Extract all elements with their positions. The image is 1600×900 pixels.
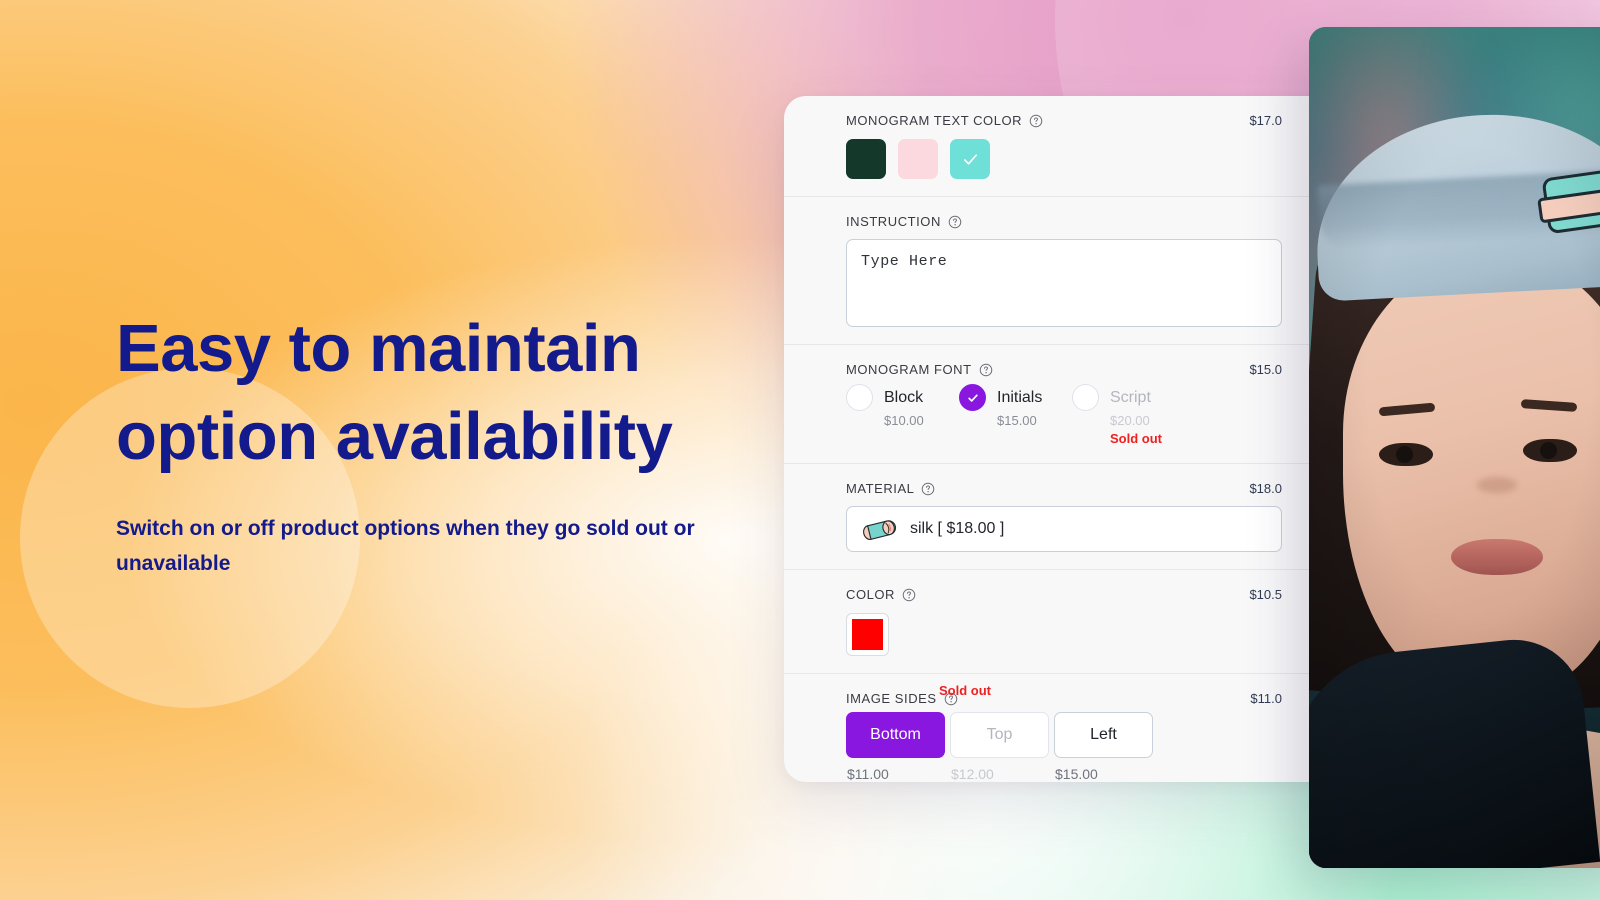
option-header: IMAGE SIDES $11.0: [846, 691, 1282, 706]
swatch-dark-green[interactable]: [846, 139, 886, 179]
color-swatch-row: [846, 139, 1282, 179]
radio-option-script[interactable]: Script $20.00 Sold out: [1072, 384, 1185, 446]
page-title: Easy to maintain option availability: [116, 311, 673, 475]
material-select[interactable]: silk [ $18.00 ]: [846, 506, 1282, 552]
option-header: INSTRUCTION: [846, 214, 1282, 229]
image-sides-pill-group: Sold out Bottom Top Left $11.00 $12.00 $…: [846, 683, 1282, 782]
option-price: $17.0: [1249, 113, 1282, 128]
radio-indicator[interactable]: [846, 384, 873, 411]
hero-banner: Easy to maintain option availability Swi…: [0, 0, 1600, 900]
option-section-monogram-text-color: MONOGRAM TEXT COLOR $17.0: [784, 96, 1344, 196]
color-swatch-box[interactable]: [846, 613, 889, 656]
option-header: MONOGRAM TEXT COLOR $17.0: [846, 113, 1282, 128]
option-price: $18.0: [1249, 481, 1282, 496]
material-value: silk [ $18.00 ]: [910, 520, 1005, 537]
option-label: COLOR: [846, 587, 895, 602]
pill-option-bottom[interactable]: Bottom: [846, 712, 945, 758]
check-icon: [967, 393, 978, 402]
product-photo-panel: [1309, 27, 1600, 868]
option-price: $10.5: [1249, 587, 1282, 602]
radio-price: $10.00: [884, 413, 924, 428]
radio-indicator-selected[interactable]: [959, 384, 986, 411]
radio-label: Block: [884, 388, 924, 406]
hero-copy: Easy to maintain option availability Swi…: [116, 305, 776, 581]
option-label: INSTRUCTION: [846, 214, 941, 229]
pill-price-top: $12.00: [951, 766, 994, 782]
question-circle-icon[interactable]: [979, 363, 993, 377]
option-header: MONOGRAM FONT $15.0: [846, 362, 1282, 377]
radio-option-initials[interactable]: Initials $15.00: [959, 384, 1072, 446]
swatch-light-pink[interactable]: [898, 139, 938, 179]
question-circle-icon[interactable]: [921, 482, 935, 496]
option-section-image-sides: IMAGE SIDES $11.0 Sold out Bottom Top Le…: [784, 673, 1344, 782]
option-label: MATERIAL: [846, 481, 915, 496]
check-icon: [963, 153, 977, 165]
radio-label: Script: [1110, 388, 1151, 406]
option-price: $15.0: [1249, 362, 1282, 377]
fabric-roll-icon: [863, 520, 897, 540]
question-circle-icon[interactable]: [948, 215, 962, 229]
page-subtitle: Switch on or off product options when th…: [116, 516, 695, 575]
option-price: $11.0: [1250, 691, 1282, 706]
question-circle-icon[interactable]: [902, 588, 916, 602]
sold-out-badge: Sold out: [1110, 431, 1162, 446]
swatch-red: [852, 619, 883, 650]
sold-out-badge: Sold out: [939, 683, 991, 698]
option-header: COLOR $10.5: [846, 587, 1282, 602]
option-section-color: COLOR $10.5: [784, 569, 1344, 673]
radio-price: $15.00: [997, 413, 1037, 428]
question-circle-icon[interactable]: [1029, 114, 1043, 128]
option-section-monogram-font: MONOGRAM FONT $15.0 Block $10.00 Initial…: [784, 344, 1344, 463]
option-section-material: MATERIAL $18.0 silk [$18.00]: [784, 463, 1344, 569]
option-section-instruction: INSTRUCTION Type Here: [784, 196, 1344, 344]
photo-vignette: [1309, 27, 1600, 868]
radio-indicator[interactable]: [1072, 384, 1099, 411]
option-label: MONOGRAM FONT: [846, 362, 972, 377]
option-label: IMAGE SIDES: [846, 691, 937, 706]
option-header: MATERIAL $18.0: [846, 481, 1282, 496]
radio-price: $20.00: [1110, 413, 1150, 428]
monogram-font-radio-group: Block $10.00 Initials $15.00 Script $20.…: [846, 384, 1282, 446]
product-options-card: MONOGRAM TEXT COLOR $17.0 INSTRUCTION Ty…: [784, 96, 1344, 782]
swatch-turquoise-selected[interactable]: [950, 139, 990, 179]
pill-price-left: $15.00: [1055, 766, 1098, 782]
radio-label: Initials: [997, 388, 1043, 406]
radio-option-block[interactable]: Block $10.00: [846, 384, 959, 446]
pill-price-bottom: $11.00: [847, 766, 889, 782]
option-label: MONOGRAM TEXT COLOR: [846, 113, 1023, 128]
pill-option-left[interactable]: Left: [1054, 712, 1153, 758]
pill-option-top[interactable]: Top: [950, 712, 1049, 758]
instruction-input[interactable]: Type Here: [846, 239, 1282, 327]
